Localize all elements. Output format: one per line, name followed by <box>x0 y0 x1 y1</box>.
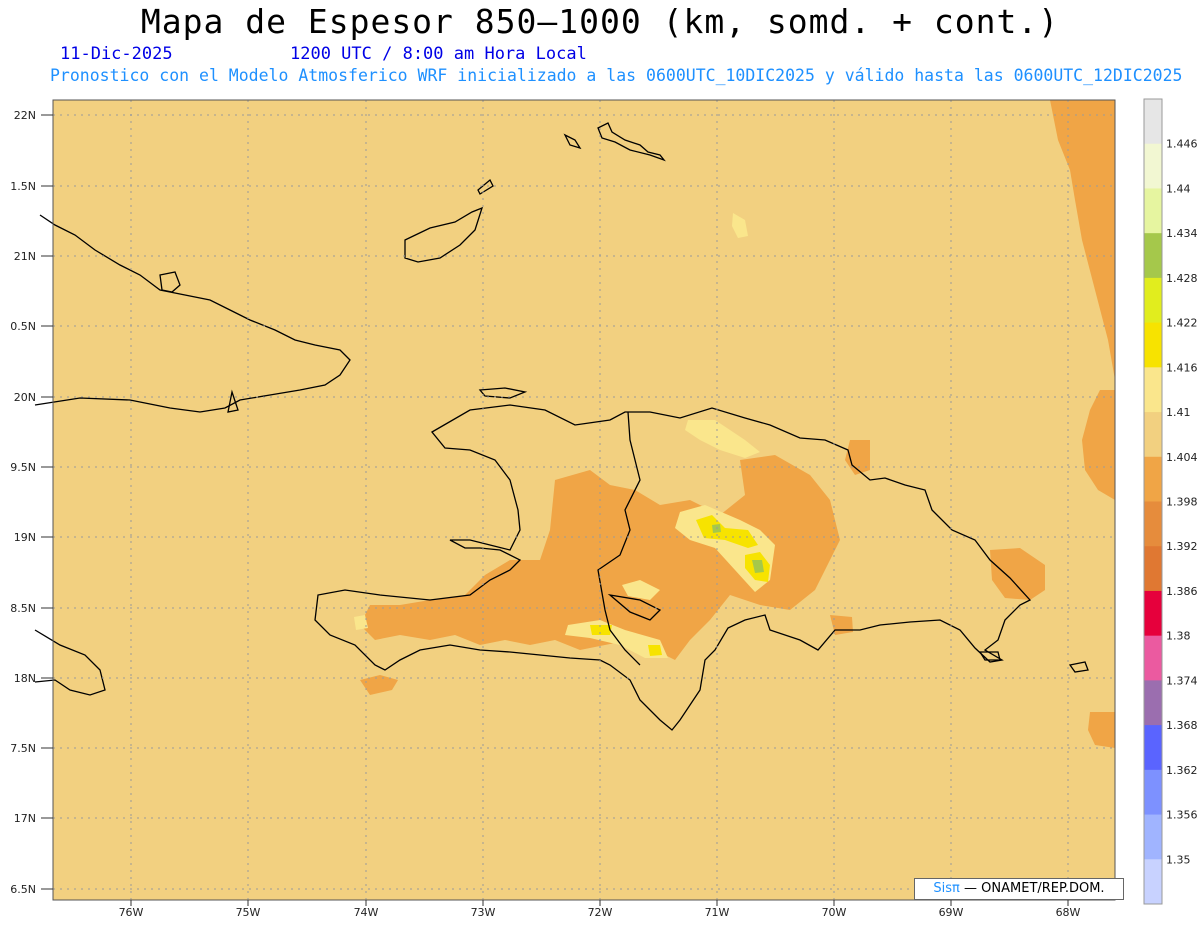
colorbar-swatch <box>1144 99 1162 145</box>
colorbar-swatch <box>1144 859 1162 905</box>
lat-label: 20N <box>14 391 36 404</box>
contour-fill <box>648 645 662 656</box>
lon-label: 69W <box>939 906 964 919</box>
credit-box: Sisπ — ONAMET/REP.DOM. <box>914 878 1124 900</box>
lat-label: 22N <box>14 109 36 122</box>
colorbar-swatch <box>1144 814 1162 860</box>
colorbar-label: 1.374 <box>1166 674 1198 687</box>
lon-label: 72W <box>588 906 613 919</box>
colorbar: 1.446 1.44 1.434 1.428 1.422 1.416 1.41 1.404 1.… <box>1143 98 1198 905</box>
lat-label: 18N <box>14 672 36 685</box>
lon-label: 75W <box>236 906 261 919</box>
lat-label: 19N <box>14 531 36 544</box>
sispi-logo: Sisπ <box>933 881 960 896</box>
lon-label: 73W <box>471 906 496 919</box>
colorbar-swatch <box>1144 769 1162 816</box>
colorbar-label: 1.416 <box>1166 361 1198 374</box>
colorbar-label: 1.422 <box>1166 317 1198 330</box>
colorbar-swatch <box>1144 680 1162 726</box>
lon-label: 71W <box>705 906 730 919</box>
lat-label: 0.5N <box>10 320 36 333</box>
lat-label: 21N <box>14 250 36 263</box>
colorbar-label: 1.356 <box>1166 809 1198 822</box>
lon-label: 70W <box>822 906 847 919</box>
colorbar-label: 1.44 <box>1166 182 1191 195</box>
colorbar-swatch <box>1144 322 1162 368</box>
colorbar-swatch <box>1144 367 1162 413</box>
colorbar-swatch <box>1144 233 1162 279</box>
colorbar-label: 1.434 <box>1166 227 1198 240</box>
colorbar-label: 1.35 <box>1166 853 1191 866</box>
colorbar-label: 1.398 <box>1166 496 1198 509</box>
lat-label: 17N <box>14 812 36 825</box>
lat-label: 6.5N <box>10 883 36 896</box>
colorbar-label: 1.428 <box>1166 272 1198 285</box>
colorbar-label: 1.368 <box>1166 719 1198 732</box>
colorbar-label: 1.41 <box>1166 406 1191 419</box>
colorbar-label: 1.404 <box>1166 451 1198 464</box>
colorbar-label: 1.392 <box>1166 540 1198 553</box>
lon-label: 74W <box>354 906 379 919</box>
colorbar-swatch <box>1144 277 1162 324</box>
colorbar-swatch <box>1144 725 1162 771</box>
colorbar-swatch <box>1144 456 1162 502</box>
lon-label: 68W <box>1056 906 1081 919</box>
lat-label: 7.5N <box>10 742 36 755</box>
credit-text: — ONAMET/REP.DOM. <box>964 881 1105 896</box>
colorbar-swatch <box>1144 143 1162 189</box>
lon-label: 76W <box>119 906 144 919</box>
colorbar-swatch <box>1144 635 1162 681</box>
colorbar-label: 1.362 <box>1166 764 1198 777</box>
colorbar-label: 1.446 <box>1166 138 1198 151</box>
colorbar-swatch <box>1144 412 1162 458</box>
thickness-map: 22N 1.5N 21N 0.5N 20N 9.5N 19N 8.5N 18N 7.5N 17N 6.… <box>10 98 1198 919</box>
colorbar-label: 1.38 <box>1166 630 1191 643</box>
colorbar-label: 1.386 <box>1166 585 1198 598</box>
colorbar-swatch <box>1144 546 1162 592</box>
colorbar-swatch <box>1144 501 1162 547</box>
colorbar-swatch <box>1144 188 1162 234</box>
lat-label: 8.5N <box>10 602 36 615</box>
lat-label: 9.5N <box>10 461 36 474</box>
colorbar-swatch <box>1144 590 1162 637</box>
lat-label: 1.5N <box>10 180 36 193</box>
